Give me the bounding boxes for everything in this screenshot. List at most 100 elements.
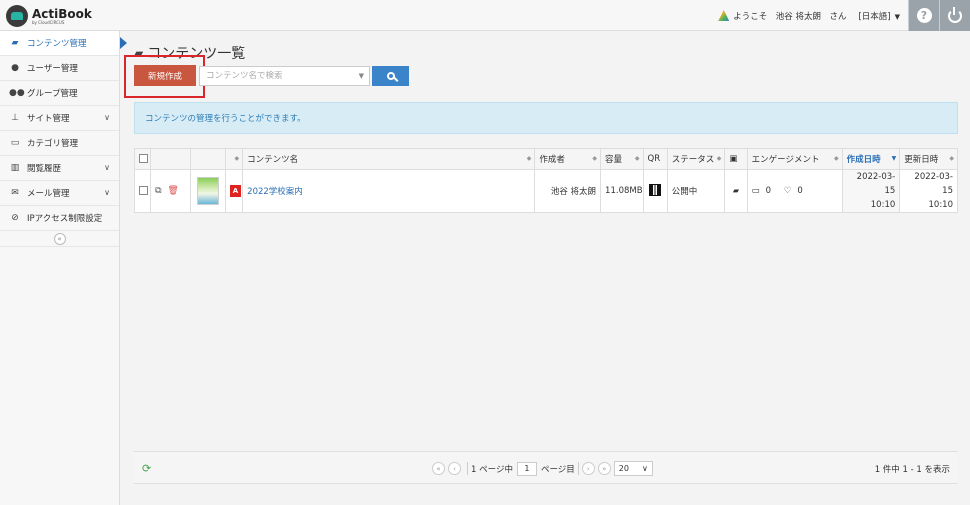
pager-bar: ⟳ « ‹ 1 ページ中 1 ページ目 › » 20 ∨ 1 件中 1 - 1 を… <box>134 451 958 484</box>
engagement-header[interactable]: エンゲージメント ◆ <box>746 148 843 170</box>
sort-icon: ◆ <box>592 155 598 162</box>
sidebar-collapse: « <box>0 231 119 247</box>
search-box: ▼ <box>199 66 370 86</box>
status-header[interactable]: ステータス ◆ <box>666 148 726 170</box>
sidebar-item-label: コンテンツ管理 <box>27 39 87 49</box>
info-alert: コンテンツの管理を行うことができます。 <box>134 102 958 134</box>
prism-icon <box>718 10 730 21</box>
logout-button[interactable] <box>939 0 970 31</box>
folder-icon: ▭ <box>10 138 20 148</box>
pagination: « ‹ 1 ページ中 1 ページ目 › » 20 ∨ <box>432 461 653 476</box>
sort-icon: ◆ <box>834 155 839 162</box>
id-card-icon: ▣ <box>729 154 738 164</box>
top-bar: ActiBook by CloudCIRCUS ようこそ 池谷 将太朗 さん [… <box>0 0 970 31</box>
prev-page-button[interactable]: ‹ <box>448 462 461 475</box>
result-count: 1 件中 1 - 1 を表示 <box>874 465 950 475</box>
sitemap-icon: ⊥ <box>11 113 19 123</box>
sidebar-item-mail[interactable]: ✉ メール管理 ∨ <box>0 181 119 206</box>
pdf-icon: A <box>229 185 241 197</box>
created-header[interactable]: 作成日時 ▼ <box>841 148 901 170</box>
question-icon: ? <box>916 8 932 23</box>
comment-icon: ▭ <box>751 186 760 196</box>
refresh-icon[interactable]: ⟳ <box>142 462 151 475</box>
table-row: ⧉ 🗑 A 2022学校案内 池谷 将太朗 11.08MB 公開中 ▰ ▭ 0 ♡… <box>133 169 958 213</box>
welcome-text: ようこそ 池谷 将太朗 さん <box>733 11 847 22</box>
user-icon: ● <box>11 63 19 73</box>
chevron-down-icon: ∨ <box>104 163 110 172</box>
help-button[interactable]: ? <box>908 0 939 31</box>
power-icon <box>948 6 962 23</box>
card-header: ▣ <box>724 148 748 170</box>
sidebar-item-content[interactable]: ▰ コンテンツ管理 <box>0 31 127 56</box>
sort-icon: ◆ <box>234 155 240 162</box>
sidebar-item-label: 閲覧履歴 <box>27 164 62 174</box>
header-right: ようこそ 池谷 将太朗 さん [日本語] ▼ ? <box>718 0 970 31</box>
chevron-down-icon: ∨ <box>104 188 110 197</box>
sidebar-item-history[interactable]: ▥ 閲覧履歴 ∨ <box>0 156 119 181</box>
updated-header[interactable]: 更新日時 ◆ <box>899 148 958 170</box>
sidebar: ▰ コンテンツ管理 ● ユーザー管理 ●● グループ管理 ⊥ サイト管理 ∨ ▭ カテゴリ… <box>0 31 127 505</box>
trash-icon[interactable]: 🗑 <box>167 186 178 196</box>
size-cell: 11.08MB <box>600 169 644 213</box>
sidebar-item-label: メール管理 <box>27 189 70 199</box>
content-name-link[interactable]: 2022学校案内 <box>247 187 303 197</box>
engagement-cell: ▭ 0 ♡ 0 <box>746 169 843 213</box>
sidebar-item-sites[interactable]: ⊥ サイト管理 ∨ <box>0 106 119 131</box>
status-cell: 公開中 <box>666 169 726 213</box>
content-table: ◆ コンテンツ名 ◆ 作成者 ◆ 容量 ◆ QR ステータス ◆ ▣ エンゲージメント ◆… <box>133 148 958 213</box>
sidebar-item-users[interactable]: ● ユーザー管理 <box>0 56 119 81</box>
language-select[interactable]: [日本語] ▼ <box>858 10 900 22</box>
content-thumbnail[interactable] <box>196 177 219 205</box>
actibook-logo[interactable]: ActiBook by CloudCIRCUS <box>6 4 92 28</box>
sort-desc-icon: ▼ <box>891 155 897 162</box>
page-number-input[interactable]: 1 <box>516 461 537 476</box>
sidebar-item-ip-restriction[interactable]: ⊘ IPアクセス制限設定 <box>0 206 119 231</box>
author-cell: 池谷 将太朗 <box>534 169 602 213</box>
sidebar-item-categories[interactable]: ▭ カテゴリ管理 <box>0 131 119 156</box>
select-all-checkbox[interactable] <box>139 154 148 163</box>
app-name: ActiBook <box>32 6 92 21</box>
ban-icon: ⊘ <box>11 213 19 223</box>
sort-type-header[interactable]: ◆ <box>224 148 244 170</box>
sidebar-item-label: グループ管理 <box>27 89 78 99</box>
size-header[interactable]: 容量 ◆ <box>600 148 644 170</box>
next-page-button[interactable]: › <box>581 462 595 475</box>
table-header-row: ◆ コンテンツ名 ◆ 作成者 ◆ 容量 ◆ QR ステータス ◆ ▣ エンゲージメント ◆… <box>133 148 958 170</box>
collapse-sidebar-button[interactable]: « <box>53 232 66 245</box>
qr-code-icon[interactable] <box>649 183 662 196</box>
name-header[interactable]: コンテンツ名 ◆ <box>242 148 536 170</box>
app-sub: by CloudCIRCUS <box>32 19 65 25</box>
book-icon[interactable]: ▰ <box>733 186 739 195</box>
first-page-button[interactable]: « <box>432 462 445 475</box>
sidebar-item-label: IPアクセス制限設定 <box>27 214 103 224</box>
sidebar-item-groups[interactable]: ●● グループ管理 <box>0 81 119 106</box>
sidebar-item-label: サイト管理 <box>27 114 70 124</box>
page-prefix: 1 ページ中 <box>471 464 513 475</box>
search-input[interactable] <box>200 71 350 81</box>
sidebar-item-label: カテゴリ管理 <box>27 139 79 149</box>
caret-down-icon: ▼ <box>894 12 900 21</box>
qr-header: QR <box>642 148 668 170</box>
chevron-down-icon: ∨ <box>104 113 110 122</box>
created-cell: 2022-03-15 10:10 <box>841 169 901 213</box>
per-page-select[interactable]: 20 ∨ <box>613 461 653 476</box>
sort-icon: ◆ <box>949 155 954 162</box>
sort-icon: ◆ <box>634 155 640 162</box>
comment-count: 0 <box>765 186 772 196</box>
author-header[interactable]: 作成者 ◆ <box>534 148 602 170</box>
sort-icon: ◆ <box>526 155 532 162</box>
updated-cell: 2022-03-15 10:10 <box>899 169 958 213</box>
last-page-button[interactable]: » <box>597 462 611 475</box>
row-checkbox[interactable] <box>139 186 148 195</box>
page-suffix: ページ目 <box>540 464 575 475</box>
like-count: 0 <box>797 186 803 196</box>
sidebar-item-label: ユーザー管理 <box>27 64 78 74</box>
heart-icon: ♡ <box>783 186 792 196</box>
caret-down-icon[interactable]: ▼ <box>359 72 364 80</box>
bar-chart-icon: ▥ <box>10 163 20 173</box>
logo-mark-icon <box>6 5 28 27</box>
search-icon <box>386 72 395 80</box>
search-button[interactable] <box>372 66 409 86</box>
preview-icon[interactable]: ⧉ <box>155 186 161 196</box>
users-icon: ●● <box>9 88 25 98</box>
